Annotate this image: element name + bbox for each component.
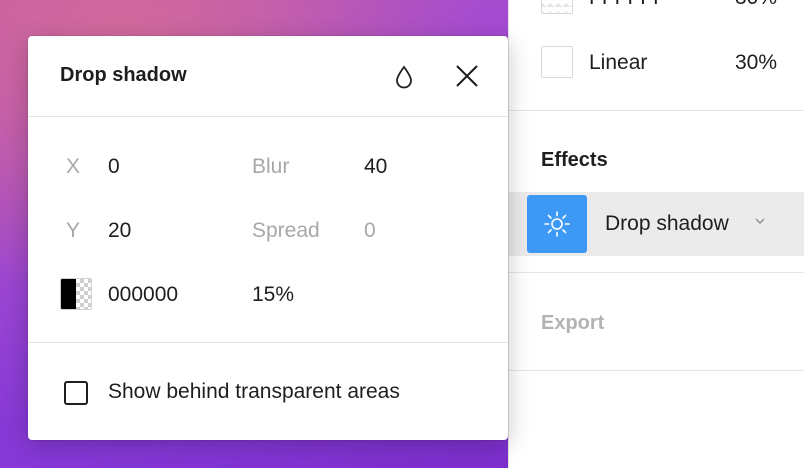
popup-divider [28,342,508,343]
blur-label: Blur [252,155,290,178]
blur-input[interactable]: 40 [364,155,387,179]
x-input[interactable]: 0 [108,155,120,179]
show-behind-transparent-checkbox[interactable] [64,381,88,405]
fill-name-top[interactable]: FFFFFF [589,0,666,10]
effect-type-label[interactable]: Drop shadow [605,212,729,236]
popup-divider [28,116,508,117]
spread-label: Spread [252,219,320,242]
drop-shadow-popup: Drop shadow X 0 Blur 40 Y 20 Spread 0 00… [28,36,508,440]
panel-divider [509,370,804,371]
chevron-down-icon[interactable] [753,214,767,228]
export-section-title[interactable]: Export [541,312,604,335]
fill-swatch-linear[interactable] [541,46,573,78]
fill-name-linear[interactable]: Linear [589,51,647,75]
fill-opacity-top[interactable]: 30% [735,0,777,10]
popup-title: Drop shadow [60,64,187,86]
y-input[interactable]: 20 [108,219,131,243]
swatch-transparent-half [76,279,91,309]
swatch-solid-half [61,279,76,309]
fill-opacity-linear[interactable]: 30% [735,51,777,75]
y-label: Y [66,219,81,242]
show-behind-transparent-label[interactable]: Show behind transparent areas [108,380,400,404]
effect-type-button[interactable] [527,195,587,253]
x-label: X [66,155,81,178]
spread-input[interactable]: 0 [364,219,376,243]
close-icon[interactable] [454,63,480,89]
droplet-icon[interactable] [392,64,416,90]
effect-row-drop-shadow[interactable]: Drop shadow [509,192,804,256]
shadow-color-hex-input[interactable]: 000000 [108,283,178,307]
fill-swatch-top[interactable] [541,0,573,14]
design-panel: FFFFFF 30% Linear 30% Effects Dro [508,0,804,468]
shadow-opacity-input[interactable]: 15% [252,283,294,307]
panel-divider [509,110,804,111]
shadow-color-swatch[interactable] [60,278,92,310]
effects-section-title: Effects [541,149,608,171]
panel-divider [509,272,804,273]
sun-icon [544,211,570,237]
